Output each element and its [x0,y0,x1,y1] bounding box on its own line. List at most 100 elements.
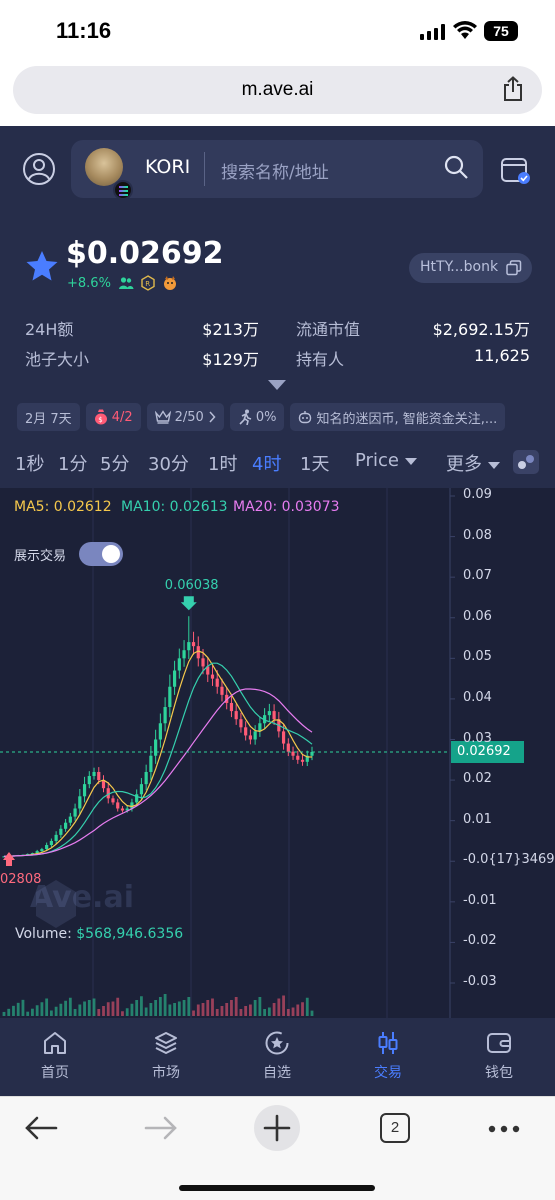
volume-bar [130,1003,134,1016]
nav-market[interactable]: 市场 [126,1030,206,1082]
candlestick-icon [378,1032,398,1054]
share-icon[interactable] [502,76,524,102]
volume-bar [263,1009,267,1016]
star-circle-icon [265,1031,289,1055]
show-trades-toggle[interactable] [79,542,123,566]
search-icon[interactable] [443,154,469,180]
more-selector[interactable]: 更多 [446,450,500,476]
timeframe-1m[interactable]: 1分 [58,450,87,476]
ma10-label: MA10: 0.02613 [121,499,228,515]
candle-body [154,739,158,756]
volume-bar [83,1001,86,1016]
y-tick-label: -0.0{17}3469 [463,852,555,868]
volume-bar [97,1009,101,1016]
nav-watchlist[interactable]: 自选 [237,1030,317,1082]
volume-bar [149,1003,153,1016]
volume-bar [225,1003,229,1016]
y-tick-label: 0.02 [463,771,492,787]
candle-body [49,840,53,846]
back-arrow-icon[interactable] [24,1115,58,1141]
volume-bar [187,997,191,1016]
tab-switcher-button[interactable]: 2 [380,1113,410,1143]
volume-bar [277,998,281,1016]
nav-trade[interactable]: 交易 [348,1030,428,1082]
ma5-line [3,650,313,857]
y-tick-label: 0.08 [463,527,492,543]
candle-body [111,798,115,803]
timeframe-1s[interactable]: 1秒 [15,450,44,476]
volume-bar [215,1009,219,1016]
search-input[interactable]: 搜索名称/地址 [221,158,329,183]
volume-bar [102,1006,105,1016]
battery-indicator: 75 [484,21,518,41]
candle-body [144,771,148,785]
wallet-icon[interactable] [500,154,532,186]
price-selector[interactable]: Price [355,450,417,471]
volume-bar [291,1007,295,1016]
chip-token-age[interactable]: 2月 7天 [17,403,80,431]
high-arrow-icon [180,596,197,611]
new-tab-button[interactable] [254,1105,300,1151]
volume-bar [282,995,285,1016]
more-dots-icon[interactable] [488,1125,520,1133]
volume-bar [173,1003,176,1016]
robot-icon [299,411,312,424]
price-change: +8.6% [67,276,111,291]
wallet-nav-icon [487,1033,511,1053]
candle-body [229,702,234,712]
timeframe-4h[interactable]: 4时 [252,450,281,476]
wifi-icon [453,21,477,39]
volume-bar [168,1004,172,1016]
chip-bag[interactable]: $ 4/2 [85,403,141,431]
volume-bar [12,1005,15,1016]
nav-home[interactable]: 首页 [15,1030,95,1082]
volume-bar [135,1000,139,1016]
y-tick-label: 0.05 [463,649,492,665]
copy-icon[interactable] [506,260,522,276]
volume-bar [267,1007,271,1016]
token-badges: R [118,275,178,291]
volume-bar [68,997,72,1016]
nav-wallet[interactable]: 钱包 [459,1030,539,1082]
indicator-settings-icon[interactable] [513,450,539,474]
volume-bar [116,997,120,1016]
forward-arrow-icon[interactable] [144,1115,178,1141]
volume-bar [272,1003,276,1016]
timeframe-5m[interactable]: 5分 [100,450,129,476]
search-bar[interactable]: KORI 搜索名称/地址 [71,140,483,200]
chip-crown[interactable]: 2/50 [146,403,224,431]
volume-bar [125,1008,129,1016]
chip-tags[interactable]: 知名的迷因币, 智能资金关注,... [290,403,506,431]
candle-body [244,727,248,736]
candle-body [286,743,290,752]
volume-bar [249,1004,252,1016]
timeframe-1h[interactable]: 1时 [208,450,237,476]
candle-body [234,711,238,720]
y-tick-label: 0.04 [463,689,492,705]
candle-body [215,678,219,687]
volume-bar [296,1004,300,1016]
price-chart[interactable]: MA5: 0.02612 MA10: 0.02613 MA20: 0.03073… [0,488,555,1018]
volume-bar [78,1004,82,1016]
candle-body [310,751,314,756]
candle-body [40,849,44,852]
high-price-marker: 0.06038 [164,578,219,594]
volume-bar [310,1010,314,1016]
volume-bar [49,1010,53,1016]
token-address-copy[interactable]: HtTY...bonk [409,253,532,283]
timeframe-30m[interactable]: 30分 [148,450,189,476]
favorite-star-icon[interactable] [25,250,59,282]
token-tag-chips: 2月 7天 $ 4/2 2/50 0% 知名的迷因币, 智能资金关注,... [17,403,506,431]
timeframe-1d[interactable]: 1天 [300,450,329,476]
address-bar[interactable]: m.ave.ai [13,66,542,114]
chip-runner[interactable]: 0% [229,403,285,431]
search-divider [204,152,205,186]
y-tick-label: 0.06 [463,608,492,624]
candle-body [201,658,205,667]
show-trades-label: 展示交易 [14,549,67,564]
expand-caret-icon[interactable] [268,380,286,390]
user-icon[interactable] [22,152,56,186]
low-price-marker: 02808 [0,872,42,887]
volume-bar [140,996,143,1016]
candle-body [59,828,63,835]
